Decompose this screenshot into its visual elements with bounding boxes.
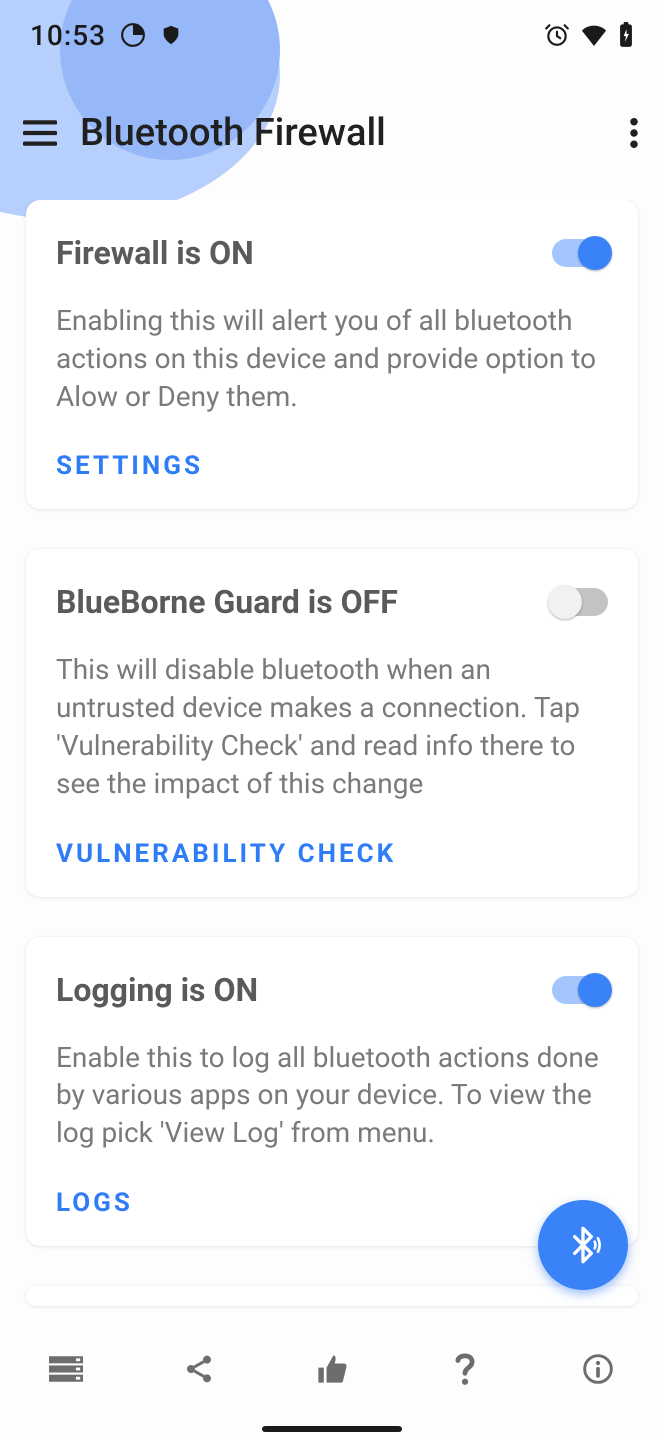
card-description: Enable this to log all bluetooth actions… [56,1039,608,1152]
blueborne-card: BlueBorne Guard is OFF This will disable… [26,549,638,896]
page-title: Bluetooth Firewall [80,111,604,155]
firewall-card: Firewall is ON Enabling this will alert … [26,200,638,509]
more-vert-icon[interactable] [604,118,664,148]
share-icon [183,1353,215,1389]
bottom-nav [0,1326,664,1416]
pie-icon [120,22,146,48]
card-title: Logging is ON [56,971,258,1009]
nav-list-button[interactable] [36,1341,96,1401]
app-bar: Bluetooth Firewall [0,88,664,178]
thumb-up-icon [315,1354,349,1388]
nav-share-button[interactable] [169,1341,229,1401]
status-time: 10:53 [30,19,106,52]
hamburger-icon[interactable] [0,120,80,146]
bluetooth-scan-fab[interactable] [538,1200,628,1290]
settings-button[interactable]: SETTINGS [56,451,203,481]
nav-info-button[interactable] [568,1341,628,1401]
wifi-icon [580,24,608,46]
battery-icon [618,22,634,48]
firewall-switch[interactable] [552,239,608,267]
shield-icon [160,22,182,48]
logging-switch[interactable] [552,976,608,1004]
content-scroll[interactable]: Firewall is ON Enabling this will alert … [0,200,664,1330]
card-title: BlueBorne Guard is OFF [56,583,398,621]
nav-like-button[interactable] [302,1341,362,1401]
info-icon [582,1353,614,1389]
card-description: Enabling this will alert you of all blue… [56,302,608,415]
card-description: This will disable bluetooth when an untr… [56,651,608,802]
blueborne-switch[interactable] [552,588,608,616]
card-title: Firewall is ON [56,234,254,272]
logs-button[interactable]: LOGS [56,1188,133,1218]
logging-card: Logging is ON Enable this to log all blu… [26,937,638,1246]
bluetooth-scan-icon [563,1225,603,1265]
nav-help-button[interactable] [435,1341,495,1401]
status-bar: 10:53 [0,0,664,70]
vulnerability-check-button[interactable]: VULNERABILITY CHECK [56,839,396,869]
help-icon [455,1352,475,1390]
list-icon [49,1356,83,1386]
alarm-icon [544,22,570,48]
home-indicator [262,1426,402,1432]
next-card-peek [26,1286,638,1306]
